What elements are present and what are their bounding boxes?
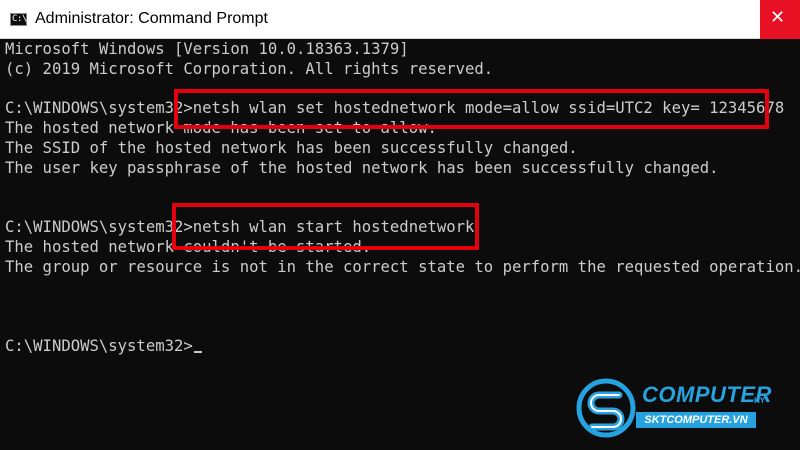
cmd-icon: C:\ (10, 13, 27, 26)
console-line: The user key passphrase of the hosted ne… (5, 158, 719, 177)
console-line: The SSID of the hosted network has been … (5, 138, 578, 157)
sktcomputer-logo: COMPUTER KY SKTCOMPUTER.VN (576, 378, 798, 438)
logo-s-icon (576, 378, 636, 438)
title-bar[interactable]: C:\ Administrator: Command Prompt ✕ (0, 0, 800, 39)
cmd-icon-glyph: C:\ (12, 14, 27, 24)
logo-name: COMPUTER (642, 382, 772, 407)
prompt-text: C:\WINDOWS\system32> (5, 336, 193, 355)
console-line: The group or resource is not in the corr… (5, 257, 800, 276)
close-button[interactable]: ✕ (760, 0, 800, 39)
text-cursor (193, 350, 202, 353)
console-line: Microsoft Windows [Version 10.0.18363.13… (5, 40, 409, 58)
console-line: (c) 2019 Microsoft Corporation. All righ… (5, 59, 494, 78)
close-icon: ✕ (770, 7, 786, 28)
window-title: Administrator: Command Prompt (35, 10, 268, 27)
logo-suffix: KY (754, 396, 766, 405)
prompt-line[interactable]: C:\WINDOWS\system32> (5, 337, 795, 357)
logo-url: SKTCOMPUTER.VN (636, 412, 756, 428)
highlight-box-start-command (172, 203, 479, 250)
highlight-box-set-command (174, 89, 769, 129)
